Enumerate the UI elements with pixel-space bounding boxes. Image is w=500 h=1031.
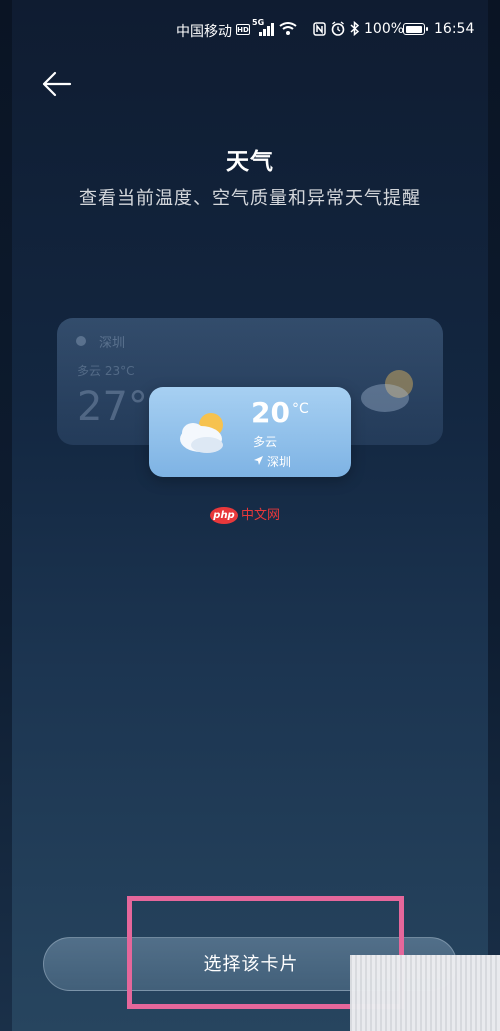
page-title: 天气 — [226, 149, 274, 175]
signal-icon — [259, 22, 275, 36]
battery-percent: 100% — [364, 21, 405, 37]
bluetooth-icon — [350, 21, 360, 36]
status-bar: 中国移动 HD 5G 100% 16:54 — [0, 0, 500, 58]
weather-condition: 多云 — [253, 435, 278, 449]
location-icon — [76, 336, 86, 346]
page-subtitle: 查看当前温度、空气质量和异常天气提醒 — [79, 188, 421, 209]
watermark-logo: php — [210, 507, 238, 524]
preview-card-small: 20 °C 多云 深圳 — [149, 387, 351, 477]
corner-overlay — [350, 955, 500, 1031]
card-sub-label: 多云 23°C — [77, 364, 135, 378]
carrier-label: 中国移动 — [176, 24, 232, 40]
battery-icon — [403, 23, 428, 35]
back-button[interactable] — [38, 64, 78, 104]
battery-fill — [405, 25, 422, 33]
card-temperature: 27° — [77, 384, 148, 430]
watermark-text: 中文网 — [241, 508, 281, 523]
card-temperature: 20 — [251, 396, 290, 429]
card-location: 深圳 — [267, 455, 292, 469]
temperature-unit: °C — [292, 401, 309, 417]
wifi-icon — [279, 22, 297, 35]
signal-bar — [271, 23, 274, 36]
nfc-icon — [313, 22, 326, 36]
arrow-left-icon — [42, 71, 72, 97]
partly-cloudy-icon — [361, 370, 413, 412]
location-arrow-icon — [254, 456, 263, 465]
card-location-label: 深圳 — [99, 336, 126, 351]
signal-bar — [259, 32, 262, 36]
hd-icon: HD — [236, 24, 250, 35]
partly-cloudy-icon — [180, 413, 223, 453]
signal-bar — [263, 29, 266, 36]
signal-bar — [267, 26, 270, 36]
alarm-icon — [331, 21, 345, 36]
clock: 16:54 — [434, 21, 475, 37]
